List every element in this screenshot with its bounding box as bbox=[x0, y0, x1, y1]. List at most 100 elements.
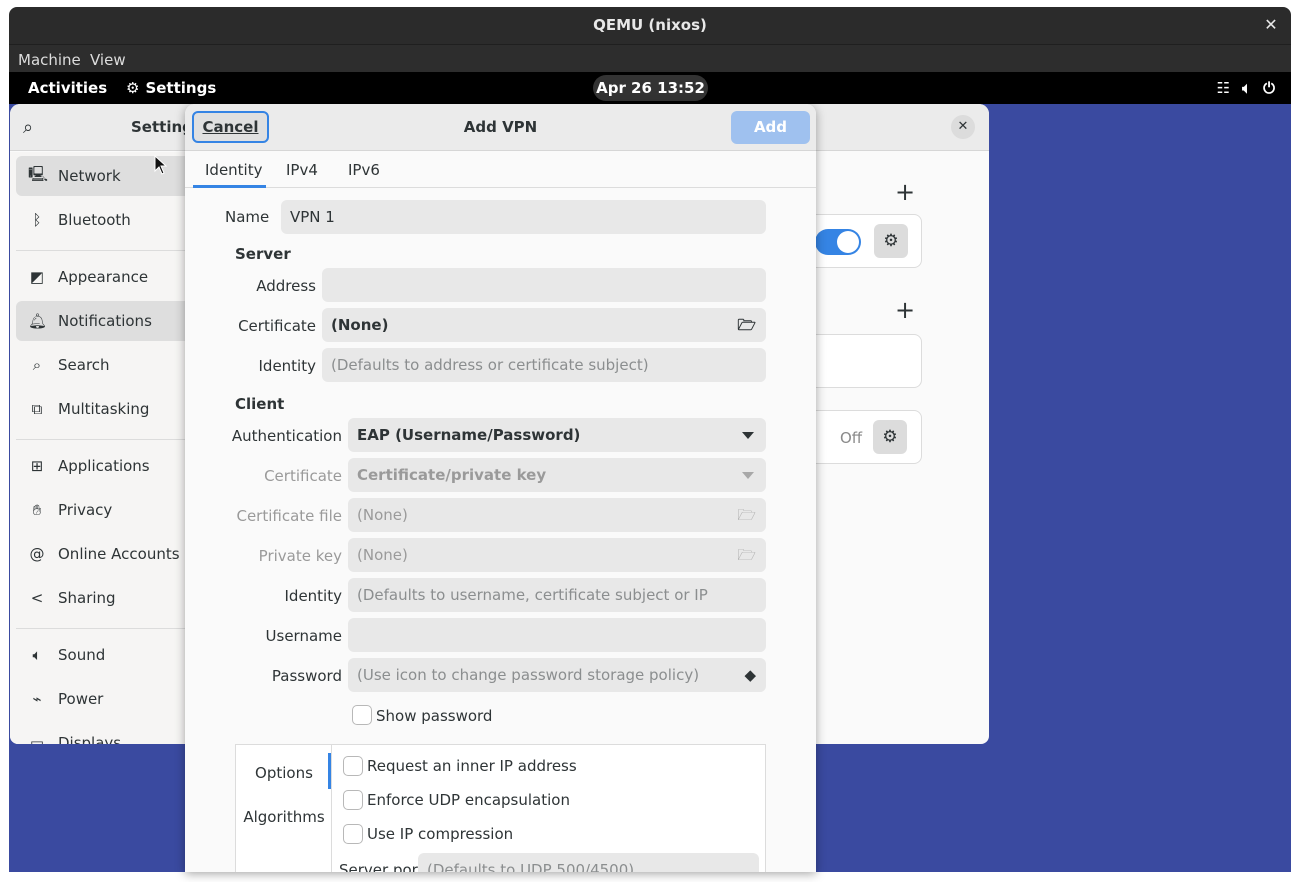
client-certificate-value: Certificate/private key bbox=[357, 466, 547, 484]
password-policy-icon[interactable]: ◆ bbox=[744, 658, 756, 692]
gear-icon[interactable]: ⚙ bbox=[873, 420, 907, 454]
udp-encapsulation-label[interactable]: Enforce UDP encapsulation bbox=[367, 791, 570, 809]
private-key-chooser[interactable]: (None) 🗁︎ bbox=[348, 538, 766, 572]
options-tab[interactable]: Options bbox=[236, 764, 332, 782]
close-icon[interactable]: ✕ bbox=[951, 115, 975, 139]
active-section-indicator bbox=[328, 753, 331, 789]
tab-ipv4[interactable]: IPv4 bbox=[286, 161, 318, 179]
inner-ip-checkbox[interactable] bbox=[343, 756, 363, 776]
qemu-menubar: Machine View bbox=[9, 44, 1291, 72]
authentication-dropdown[interactable]: EAP (Username/Password) bbox=[348, 418, 766, 452]
tab-identity[interactable]: Identity bbox=[205, 161, 263, 179]
power-icon: ⏻ bbox=[1263, 79, 1275, 97]
gnome-topbar: Activities ⚙ Settings Apr 26 13:52 ☷ 🔈︎ … bbox=[9, 72, 1291, 104]
appearance-icon: ◩ bbox=[29, 268, 45, 286]
network-icon: 🖳︎ bbox=[28, 164, 49, 183]
sidebar-divider bbox=[16, 250, 186, 251]
bluetooth-icon: ᛒ bbox=[32, 211, 42, 229]
search-icon[interactable]: ⌕ bbox=[23, 117, 33, 138]
wired-toggle[interactable] bbox=[815, 229, 861, 255]
clock[interactable]: Apr 26 13:52 bbox=[593, 75, 708, 101]
proxy-state: Off bbox=[840, 429, 863, 447]
certificate-file-chooser[interactable]: (None) 🗁︎ bbox=[348, 498, 766, 532]
sidebar-item-label: Search bbox=[58, 356, 110, 374]
advanced-options-box: Options Algorithms Request an inner IP a… bbox=[235, 744, 766, 872]
dialog-title: Add VPN bbox=[463, 118, 538, 136]
search-icon: ⌕ bbox=[32, 356, 42, 374]
show-password-label[interactable]: Show password bbox=[376, 707, 492, 725]
username-field[interactable] bbox=[348, 618, 766, 652]
username-label: Username bbox=[265, 627, 342, 645]
gear-icon[interactable]: ⚙ bbox=[874, 224, 908, 258]
folder-open-icon[interactable]: 🗁︎ bbox=[737, 538, 756, 572]
server-certificate-label: Certificate bbox=[238, 317, 316, 335]
udp-encapsulation-checkbox[interactable] bbox=[343, 790, 363, 810]
share-icon: < bbox=[30, 589, 44, 607]
private-key-label: Private key bbox=[258, 547, 342, 565]
apps-grid-icon: ⊞ bbox=[30, 457, 44, 475]
display-icon: ▭ bbox=[29, 734, 45, 744]
hand-icon: ✋︎ bbox=[32, 501, 42, 519]
password-label: Password bbox=[271, 667, 342, 685]
menu-machine[interactable]: Machine bbox=[18, 51, 81, 69]
algorithms-tab[interactable]: Algorithms bbox=[236, 808, 332, 826]
sidebar-item-label: Multitasking bbox=[58, 400, 150, 418]
address-label: Address bbox=[256, 277, 316, 295]
sidebar-item-label: Applications bbox=[58, 457, 150, 475]
sidebar-item-label: Sharing bbox=[58, 589, 116, 607]
close-icon[interactable]: ✕ bbox=[1261, 15, 1281, 35]
ip-compression-checkbox[interactable] bbox=[343, 824, 363, 844]
options-sidebar: Options Algorithms bbox=[236, 745, 332, 872]
gear-icon: ⚙ bbox=[126, 79, 140, 97]
server-identity-field[interactable]: (Defaults to address or certificate subj… bbox=[322, 348, 766, 382]
mouse-cursor-icon bbox=[154, 155, 168, 175]
client-certificate-dropdown[interactable]: Certificate/private key bbox=[348, 458, 766, 492]
client-identity-field[interactable]: (Defaults to username, certificate subje… bbox=[348, 578, 766, 638]
app-menu[interactable]: ⚙ Settings bbox=[126, 79, 216, 97]
ip-compression-label[interactable]: Use IP compression bbox=[367, 825, 513, 843]
server-port-field[interactable]: (Defaults to UDP 500/4500) bbox=[418, 853, 759, 872]
certificate-file-label: Certificate file bbox=[236, 507, 342, 525]
sidebar-item-label: Network bbox=[58, 167, 121, 185]
authentication-label: Authentication bbox=[231, 427, 342, 445]
sidebar-divider bbox=[16, 439, 186, 440]
password-field[interactable]: (Use icon to change password storage pol… bbox=[348, 658, 766, 692]
sidebar-item-label: Online Accounts bbox=[58, 545, 180, 563]
add-connection-icon[interactable]: + bbox=[895, 178, 915, 206]
multitasking-icon: ⧉ bbox=[31, 400, 43, 418]
server-heading: Server bbox=[235, 245, 291, 263]
system-tray[interactable]: ☷ 🔈︎ ⏻ bbox=[1217, 79, 1275, 97]
activities-button[interactable]: Activities bbox=[28, 79, 107, 97]
folder-open-icon[interactable]: 🗁︎ bbox=[737, 498, 756, 532]
folder-open-icon[interactable]: 🗁︎ bbox=[737, 308, 756, 342]
name-field[interactable]: VPN 1 bbox=[281, 200, 766, 234]
add-vpn-dialog: Cancel Add VPN Add Identity IPv4 IPv6 Na… bbox=[185, 104, 816, 872]
client-identity-label: Identity bbox=[284, 587, 343, 605]
qemu-window: QEMU (nixos) ✕ Machine View Activities ⚙… bbox=[0, 0, 1300, 882]
server-identity-label: Identity bbox=[258, 357, 317, 375]
menu-view[interactable]: View bbox=[90, 51, 126, 69]
sidebar-item-label: Privacy bbox=[58, 501, 113, 519]
add-button[interactable]: Add bbox=[731, 111, 810, 144]
private-key-value: (None) bbox=[357, 546, 408, 564]
settings-sidebar: 🖳︎ Network ᛒ Bluetooth ◩ Appearance 🔔︎ Notif… bbox=[10, 152, 216, 744]
chevron-down-icon bbox=[742, 472, 754, 479]
tab-ipv6[interactable]: IPv6 bbox=[348, 161, 380, 179]
certificate-file-value: (None) bbox=[357, 506, 408, 524]
qemu-titlebar: QEMU (nixos) ✕ bbox=[9, 7, 1291, 44]
chevron-down-icon bbox=[742, 432, 754, 439]
sidebar-item-label: Bluetooth bbox=[58, 211, 131, 229]
address-field[interactable] bbox=[322, 268, 766, 302]
password-placeholder: (Use icon to change password storage pol… bbox=[357, 666, 700, 684]
server-certificate-chooser[interactable]: (None) 🗁︎ bbox=[322, 308, 766, 342]
inner-ip-label[interactable]: Request an inner IP address bbox=[367, 757, 577, 775]
add-vpn-icon[interactable]: + bbox=[895, 296, 915, 324]
active-tab-indicator bbox=[193, 185, 266, 188]
sidebar-item-label: Power bbox=[58, 690, 104, 708]
sidebar-item-label: Displays bbox=[58, 734, 122, 744]
server-port-label: Server port bbox=[339, 861, 424, 872]
sidebar-item-label: Appearance bbox=[58, 268, 149, 286]
show-password-checkbox[interactable] bbox=[352, 705, 372, 725]
volume-icon: 🔈︎ bbox=[1242, 79, 1252, 97]
network-wired-icon: ☷ bbox=[1216, 79, 1231, 97]
